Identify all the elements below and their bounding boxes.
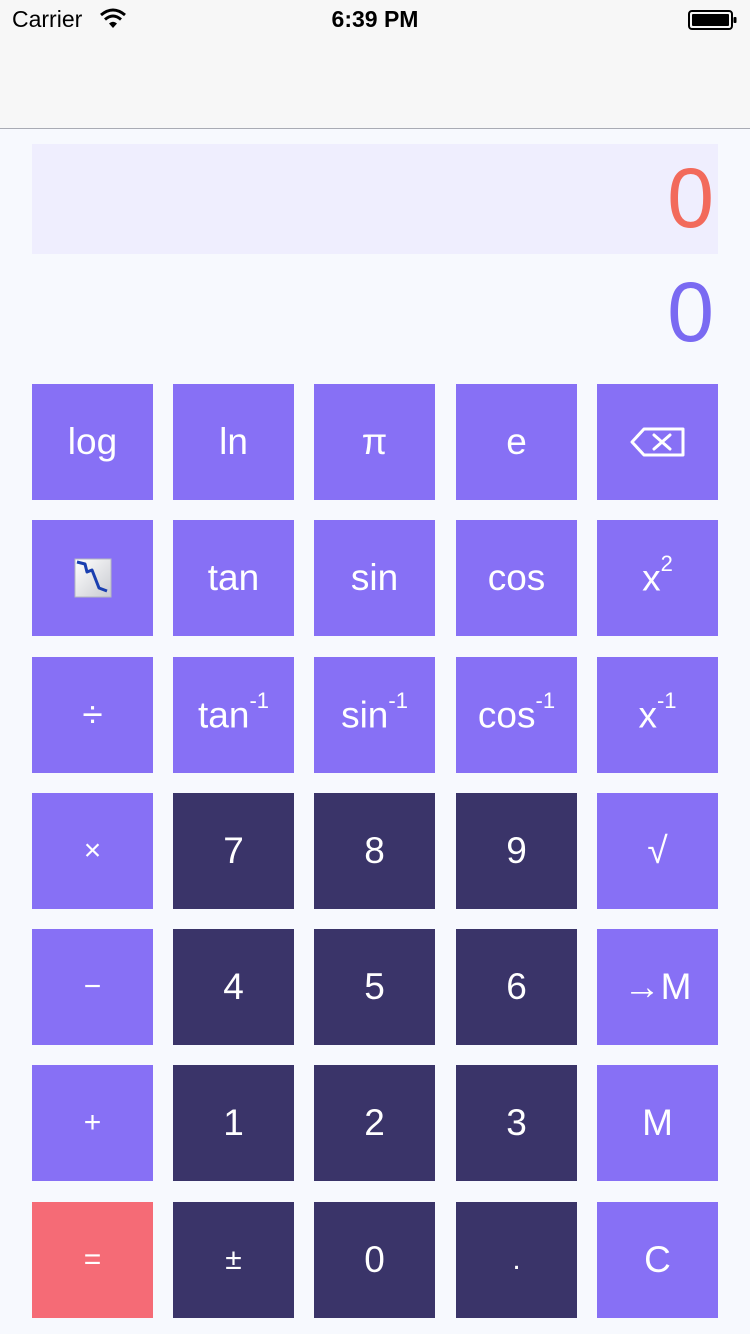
graph-button[interactable] (32, 520, 153, 636)
plus-button[interactable]: + (32, 1065, 153, 1181)
divide-label: ÷ (82, 694, 103, 735)
plus-label: + (83, 1106, 102, 1139)
arcsin-base: sin (341, 694, 389, 736)
digit-9-button[interactable]: 9 (456, 793, 577, 909)
decimal-button[interactable]: . (456, 1202, 577, 1318)
square-exponent: 2 (660, 550, 673, 576)
digit-4-label: 4 (223, 966, 244, 1007)
digit-9-label: 9 (506, 830, 527, 871)
primary-display-value: 0 (667, 151, 714, 245)
digit-5-label: 5 (364, 966, 385, 1007)
sqrt-button[interactable]: √ (597, 793, 718, 909)
ln-label: ln (219, 421, 248, 462)
ln-button[interactable]: ln (173, 384, 294, 500)
primary-display: 0 (32, 144, 718, 254)
plus-minus-label: ± (225, 1243, 242, 1276)
arcsin-button[interactable]: sin-1 (314, 657, 435, 773)
battery-icon (688, 10, 737, 30)
secondary-display-value: 0 (667, 265, 714, 359)
sin-label: sin (350, 557, 399, 598)
digit-3-button[interactable]: 3 (456, 1065, 577, 1181)
equals-label: = (83, 1243, 102, 1276)
digit-7-label: 7 (223, 830, 244, 871)
recall-memory-label: M (642, 1102, 673, 1143)
arccos-label: cos-1 (477, 688, 555, 736)
arctan-label: tan-1 (198, 688, 269, 736)
digit-6-label: 6 (506, 966, 527, 1007)
arccos-base: cos (477, 694, 536, 736)
pi-button[interactable]: π (314, 384, 435, 500)
e-label: e (506, 421, 527, 462)
reciprocal-label: x-1 (638, 688, 676, 736)
reciprocal-button[interactable]: x-1 (597, 657, 718, 773)
cos-button[interactable]: cos (456, 520, 577, 636)
digit-1-button[interactable]: 1 (173, 1065, 294, 1181)
store-memory-label: →M (623, 966, 692, 1007)
status-bar: Carrier 6:39 PM (0, 0, 750, 40)
clear-button[interactable]: C (597, 1202, 718, 1318)
digit-6-button[interactable]: 6 (456, 929, 577, 1045)
digit-2-button[interactable]: 2 (314, 1065, 435, 1181)
backspace-button[interactable] (597, 384, 718, 500)
digit-5-button[interactable]: 5 (314, 929, 435, 1045)
arcsin-exponent: -1 (388, 687, 408, 713)
square-base: x (642, 557, 661, 599)
digit-7-button[interactable]: 7 (173, 793, 294, 909)
multiply-label: × (83, 834, 102, 867)
secondary-display: 0 (32, 260, 718, 364)
backspace-icon (630, 427, 684, 457)
cos-label: cos (487, 557, 546, 598)
e-button[interactable]: e (456, 384, 577, 500)
digit-8-label: 8 (364, 830, 385, 871)
digit-0-button[interactable]: 0 (314, 1202, 435, 1318)
clear-label: C (644, 1239, 671, 1280)
digit-4-button[interactable]: 4 (173, 929, 294, 1045)
store-memory-button[interactable]: →M (597, 929, 718, 1045)
digit-0-label: 0 (364, 1239, 385, 1280)
tan-label: tan (207, 557, 260, 598)
plus-minus-button[interactable]: ± (173, 1202, 294, 1318)
tan-button[interactable]: tan (173, 520, 294, 636)
sin-button[interactable]: sin (314, 520, 435, 636)
equals-button[interactable]: = (32, 1202, 153, 1318)
graph-icon (74, 558, 111, 598)
digit-3-label: 3 (506, 1102, 527, 1143)
recall-memory-button[interactable]: M (597, 1065, 718, 1181)
log-label: log (67, 421, 118, 462)
multiply-button[interactable]: × (32, 793, 153, 909)
arctan-exponent: -1 (249, 687, 269, 713)
square-label: x2 (642, 551, 673, 599)
arccos-button[interactable]: cos-1 (456, 657, 577, 773)
arctan-base: tan (198, 694, 250, 736)
arctan-button[interactable]: tan-1 (173, 657, 294, 773)
digit-1-label: 1 (223, 1102, 244, 1143)
minus-label: − (83, 970, 102, 1003)
reciprocal-base: x (638, 694, 657, 736)
divide-button[interactable]: ÷ (32, 657, 153, 773)
decimal-label: . (512, 1243, 521, 1276)
digit-8-button[interactable]: 8 (314, 793, 435, 909)
arcsin-label: sin-1 (341, 688, 408, 736)
status-time: 6:39 PM (331, 6, 419, 32)
square-button[interactable]: x2 (597, 520, 718, 636)
log-button[interactable]: log (32, 384, 153, 500)
navigation-bar (0, 40, 750, 129)
minus-button[interactable]: − (32, 929, 153, 1045)
digit-2-label: 2 (364, 1102, 385, 1143)
pi-label: π (361, 421, 388, 462)
reciprocal-exponent: -1 (656, 687, 677, 713)
sqrt-label: √ (647, 830, 668, 871)
arccos-exponent: -1 (535, 687, 556, 713)
